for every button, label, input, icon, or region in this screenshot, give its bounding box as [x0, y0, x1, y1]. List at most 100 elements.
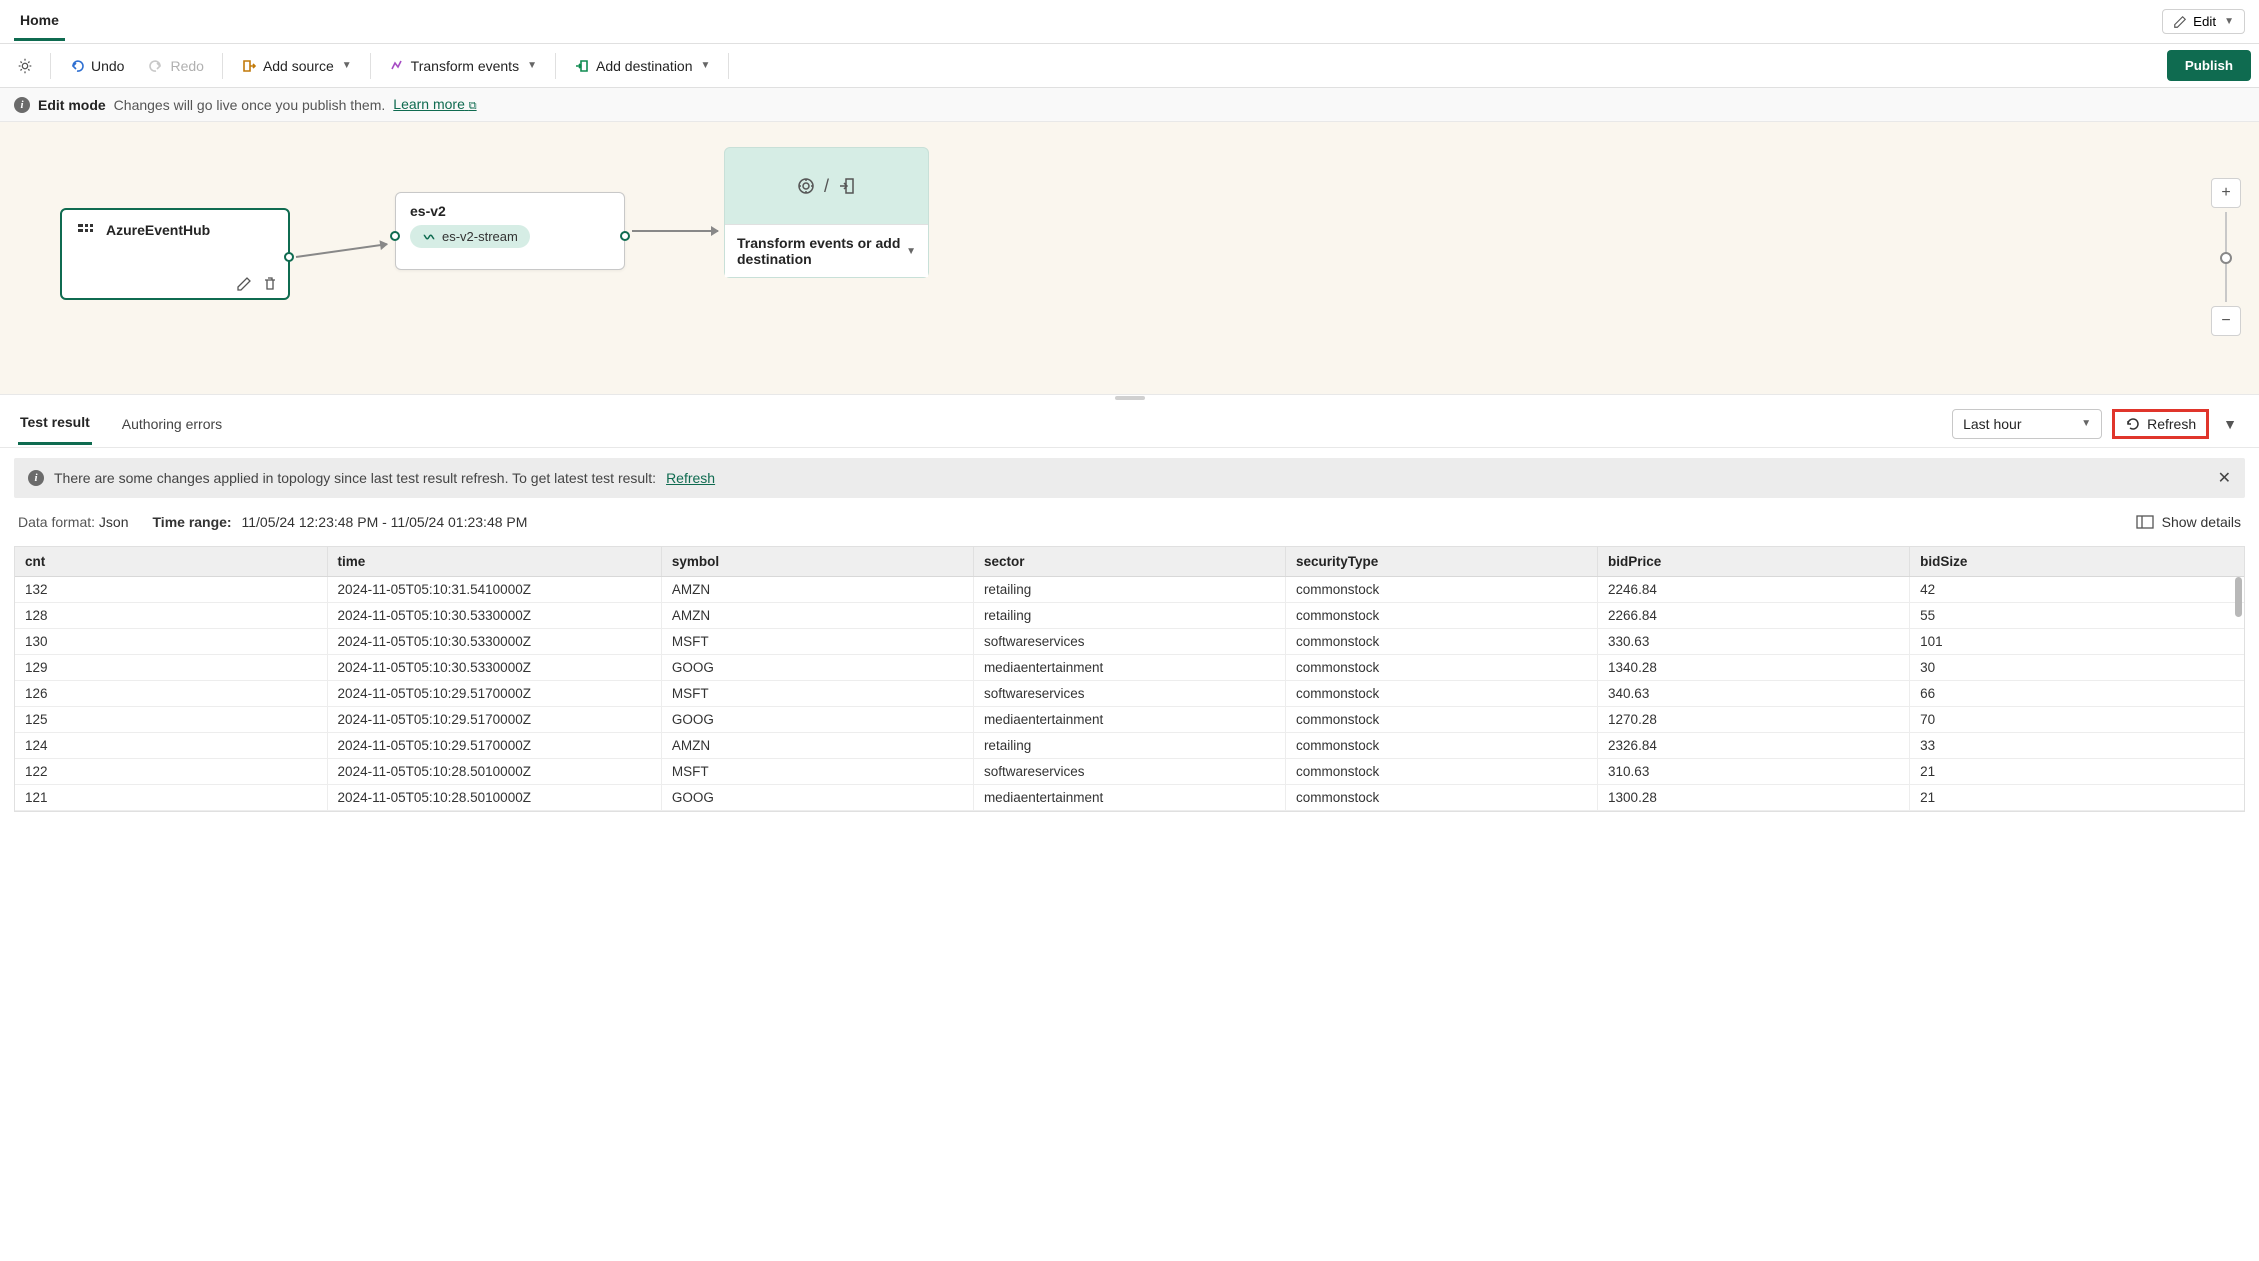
stream-label: es-v2-stream: [442, 229, 518, 244]
cell: MSFT: [661, 681, 973, 707]
add-source-button[interactable]: Add source ▼: [231, 52, 362, 80]
node-title: AzureEventHub: [106, 222, 210, 238]
info-icon: i: [14, 97, 30, 113]
col-sector[interactable]: sector: [973, 547, 1285, 577]
time-range-select[interactable]: Last hour ▼: [1952, 409, 2102, 439]
cell: 130: [15, 629, 327, 655]
add-destination-label: Add destination: [596, 58, 693, 74]
col-cnt[interactable]: cnt: [15, 547, 327, 577]
node-destination-placeholder[interactable]: / Transform events or add destination ▼: [724, 147, 929, 278]
table-row[interactable]: 1302024-11-05T05:10:30.5330000ZMSFTsoftw…: [15, 629, 2244, 655]
col-securityType[interactable]: securityType: [1285, 547, 1597, 577]
zoom-out-button[interactable]: −: [2211, 306, 2241, 336]
cell: commonstock: [1285, 785, 1597, 811]
tab-bar: Home Edit ▼: [0, 0, 2259, 44]
cell: 132: [15, 577, 327, 603]
chevron-down-icon: ▼: [527, 60, 537, 71]
col-symbol[interactable]: symbol: [661, 547, 973, 577]
refresh-label: Refresh: [2147, 416, 2196, 432]
add-source-icon: [241, 58, 257, 74]
node-es-v2[interactable]: es-v2 es-v2-stream: [395, 192, 625, 270]
transform-icon: [389, 58, 405, 74]
transform-events-button[interactable]: Transform events ▼: [379, 52, 547, 80]
table-row[interactable]: 1212024-11-05T05:10:28.5010000ZGOOGmedia…: [15, 785, 2244, 811]
lower-panel: Test result Authoring errors Last hour ▼…: [0, 400, 2259, 812]
learn-more-link[interactable]: Learn more ⧉: [393, 96, 476, 113]
col-time[interactable]: time: [327, 547, 661, 577]
refresh-dropdown[interactable]: ▼: [2219, 410, 2241, 438]
event-hub-icon: [76, 220, 96, 240]
publish-button[interactable]: Publish: [2167, 50, 2251, 81]
zoom-thumb[interactable]: [2220, 252, 2232, 264]
tab-home[interactable]: Home: [14, 12, 65, 41]
pencil-icon: [2173, 15, 2187, 29]
cell: commonstock: [1285, 681, 1597, 707]
cell: 129: [15, 655, 327, 681]
cell: mediaentertainment: [973, 785, 1285, 811]
table-row[interactable]: 1252024-11-05T05:10:29.5170000ZGOOGmedia…: [15, 707, 2244, 733]
cell: 1300.28: [1598, 785, 1910, 811]
info-icon: i: [28, 470, 44, 486]
lower-tabs: Test result Authoring errors Last hour ▼…: [0, 400, 2259, 448]
chevron-down-icon[interactable]: ▼: [906, 246, 916, 257]
table-row[interactable]: 1282024-11-05T05:10:30.5330000ZAMZNretai…: [15, 603, 2244, 629]
table-row[interactable]: 1242024-11-05T05:10:29.5170000ZAMZNretai…: [15, 733, 2244, 759]
cell: 2266.84: [1598, 603, 1910, 629]
output-port[interactable]: [284, 252, 294, 262]
col-bidPrice[interactable]: bidPrice: [1598, 547, 1910, 577]
add-destination-button[interactable]: Add destination ▼: [564, 52, 720, 80]
chevron-down-icon: ▼: [2224, 16, 2234, 27]
edit-button[interactable]: Edit ▼: [2162, 9, 2245, 34]
cell: 2024-11-05T05:10:30.5330000Z: [327, 629, 661, 655]
zoom-slider[interactable]: [2225, 212, 2227, 302]
destination-label: Transform events or add destination: [737, 235, 904, 267]
table-row[interactable]: 1322024-11-05T05:10:31.5410000ZAMZNretai…: [15, 577, 2244, 603]
undo-icon: [69, 58, 85, 74]
external-link-icon: ⧉: [469, 100, 477, 112]
trash-icon[interactable]: [262, 276, 278, 292]
table-row[interactable]: 1292024-11-05T05:10:30.5330000ZGOOGmedia…: [15, 655, 2244, 681]
alert-message: There are some changes applied in topolo…: [54, 470, 656, 486]
separator: [370, 53, 371, 79]
col-bidSize[interactable]: bidSize: [1910, 547, 2244, 577]
cell: retailing: [973, 733, 1285, 759]
redo-button[interactable]: Redo: [138, 52, 213, 80]
alert-refresh-link[interactable]: Refresh: [666, 470, 715, 486]
destination-icon: [837, 176, 857, 196]
tab-authoring-errors[interactable]: Authoring errors: [120, 404, 224, 444]
refresh-button[interactable]: Refresh: [2112, 409, 2209, 439]
cell: commonstock: [1285, 733, 1597, 759]
cell: 2024-11-05T05:10:30.5330000Z: [327, 603, 661, 629]
cell: 2024-11-05T05:10:31.5410000Z: [327, 577, 661, 603]
output-port[interactable]: [620, 231, 630, 241]
stream-pill[interactable]: es-v2-stream: [410, 225, 530, 248]
pencil-icon[interactable]: [236, 276, 252, 292]
canvas[interactable]: AzureEventHub es-v2 es-v2-stream / Trans…: [0, 122, 2259, 394]
close-icon[interactable]: ✕: [2218, 468, 2231, 488]
data-format-value: Json: [99, 514, 129, 530]
undo-button[interactable]: Undo: [59, 52, 134, 80]
tab-test-result[interactable]: Test result: [18, 402, 92, 445]
redo-label: Redo: [170, 58, 203, 74]
cell: 122: [15, 759, 327, 785]
zoom-controls: + −: [2211, 178, 2241, 336]
cell: 2326.84: [1598, 733, 1910, 759]
input-port[interactable]: [390, 231, 400, 241]
table-row[interactable]: 1222024-11-05T05:10:28.5010000ZMSFTsoftw…: [15, 759, 2244, 785]
separator: [222, 53, 223, 79]
cell: 2024-11-05T05:10:28.5010000Z: [327, 785, 661, 811]
cell: 1340.28: [1598, 655, 1910, 681]
table-row[interactable]: 1262024-11-05T05:10:29.5170000ZMSFTsoftw…: [15, 681, 2244, 707]
settings-button[interactable]: [8, 57, 42, 75]
scrollbar[interactable]: [2235, 577, 2242, 617]
refresh-icon: [2125, 416, 2141, 432]
show-details-button[interactable]: Show details: [2136, 514, 2241, 530]
node-azure-event-hub[interactable]: AzureEventHub: [60, 208, 290, 300]
edit-mode-title: Edit mode: [38, 97, 106, 113]
separator: [728, 53, 729, 79]
cell: mediaentertainment: [973, 707, 1285, 733]
zoom-in-button[interactable]: +: [2211, 178, 2241, 208]
cell: 128: [15, 603, 327, 629]
transform-events-label: Transform events: [411, 58, 519, 74]
separator: [50, 53, 51, 79]
